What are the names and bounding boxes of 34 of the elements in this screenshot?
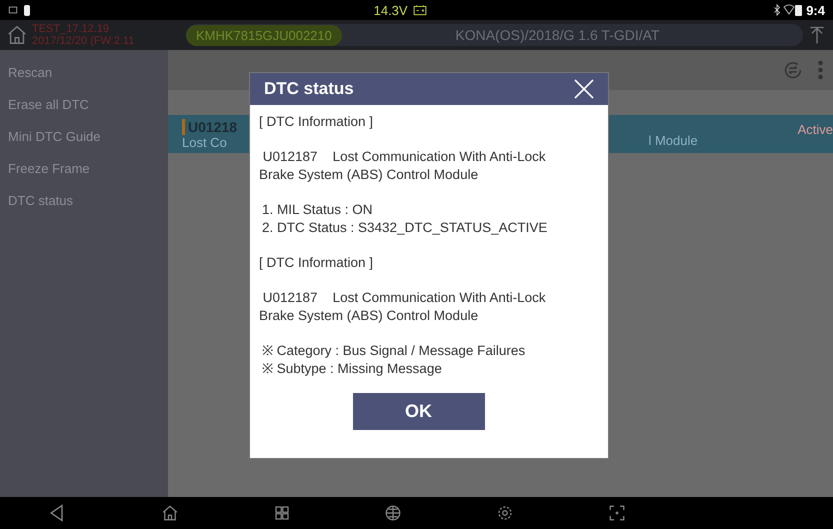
test-date: 2017/12/20 (FW:2.11: [32, 35, 136, 47]
ok-button[interactable]: OK: [352, 393, 484, 430]
status-line: 1. MIL Status : ON: [262, 201, 374, 219]
vehicle-model: KONA(OS)/2018/G 1.6 T-GDI/AT: [454, 27, 660, 43]
car-battery-icon: [412, 3, 428, 17]
picture-icon: [8, 5, 18, 15]
screenshot-icon[interactable]: [608, 504, 626, 522]
test-name: TEST_17.12.19: [32, 23, 110, 35]
dtc-description: Lost Co: [182, 134, 227, 150]
sidebar-item[interactable]: Erase all DTC: [0, 94, 168, 126]
section-heading: [ DTC Information ]: [259, 113, 374, 131]
section-heading: [ DTC Information ]: [259, 254, 374, 272]
sidebar-item[interactable]: DTC status: [0, 190, 168, 222]
clock-time: 9:4: [806, 2, 825, 18]
sidebar-item[interactable]: Freeze Frame: [0, 158, 168, 190]
home-icon[interactable]: [160, 504, 179, 522]
status-line: ※ Category : Bus Signal / Message Failures: [262, 342, 526, 360]
status-line: ※ Subtype : Missing Message: [262, 360, 443, 378]
battery-icon: [795, 4, 802, 16]
status-line: 2. DTC Status : S3432_DTC_STATUS_ACTIVE: [262, 219, 548, 237]
globe-icon[interactable]: [384, 504, 402, 522]
dtc-description: U012187 Lost Communication With Anti-Lock Brake System (ABS) Control Module: [259, 289, 547, 325]
battery-icon: [24, 4, 30, 16]
dialog-title: DTC status: [264, 79, 354, 99]
dtc-description: l Module: [648, 133, 698, 148]
home-icon[interactable]: [6, 24, 28, 46]
dtc-description: U012187 Lost Communication With Anti-Lock Brake System (ABS) Control Module: [259, 148, 547, 184]
close-icon[interactable]: [572, 77, 596, 101]
vin-label: KMHK7815GJU002210: [186, 24, 342, 46]
grid-icon[interactable]: [272, 504, 291, 522]
dtc-status: Active: [798, 122, 833, 136]
voltage-reading: 14.3V: [374, 2, 408, 18]
sidebar-item[interactable]: Mini DTC Guide: [0, 126, 168, 158]
sidebar-item[interactable]: Rescan: [0, 62, 168, 94]
